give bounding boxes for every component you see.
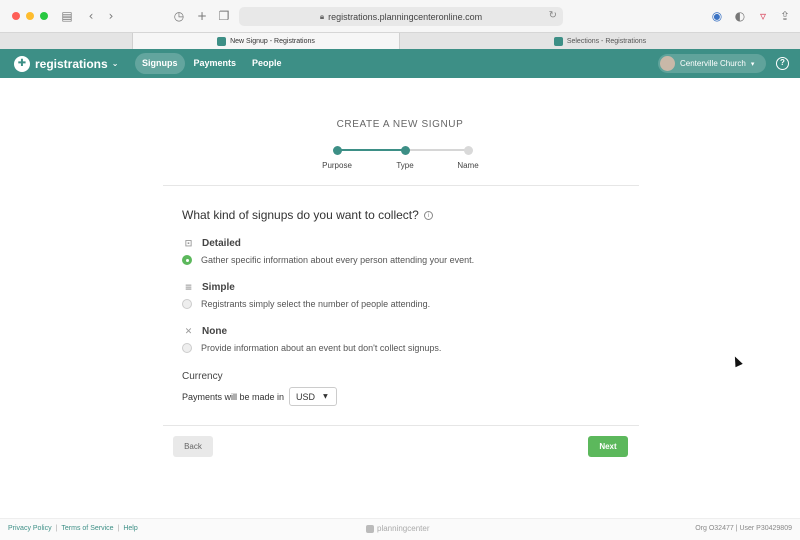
shield-icon[interactable]: ◐ [733,9,747,23]
terms-of-service-link[interactable]: Terms of Service [61,525,113,532]
currency-heading: Currency [182,371,223,382]
reload-icon[interactable]: ↻ [549,10,557,21]
option-simple[interactable]: ≡ Simple Registrants simply select the n… [182,282,602,309]
next-button[interactable]: Next [588,436,628,457]
planning-center-logo-icon [366,524,374,533]
org-name: Centerville Church [680,59,746,68]
currency-select[interactable]: USD ▼ [289,387,338,406]
divider [163,185,639,186]
registrations-logo-icon: ✚ [14,55,30,72]
lock-icon: 🔒︎ [319,11,325,21]
maximize-window-button[interactable] [40,12,48,20]
mouse-cursor-icon [731,354,743,368]
option-detailed[interactable]: ⊡ Detailed Gather specific information a… [182,238,602,265]
wizard-title: CREATE A NEW SIGNUP [336,119,464,130]
option-title: Detailed [202,238,241,249]
step-label-name: Name [457,161,479,170]
share-icon[interactable]: ⇪ [778,9,792,23]
back-arrow-icon[interactable]: ‹ [84,9,98,23]
help-link[interactable]: Help [123,525,137,532]
main-nav: Signups Payments People [135,53,289,74]
history-icon[interactable]: ◷ [172,9,186,23]
planning-center-brand: planningcenter [366,524,429,533]
radio-none[interactable] [182,343,192,353]
divider [163,425,639,426]
url-text: registrations.planningcenteronline.com [328,11,483,22]
registrations-favicon-icon [217,36,227,46]
nav-payments[interactable]: Payments [187,53,244,74]
person-form-icon: ⊡ [184,238,193,249]
tab-bar: New Signup - Registrations Selections - … [0,32,800,49]
step-progress-line [337,149,405,151]
list-icon: ≡ [184,282,193,293]
nav-signups[interactable]: Signups [135,53,185,74]
registrations-favicon-icon [553,36,563,46]
forward-arrow-icon[interactable]: › [104,9,118,23]
signup-type-question: What kind of signups do you want to coll… [182,208,434,222]
pocket-icon[interactable]: ▿ [756,9,770,23]
tab-title: Selections - Registrations [566,37,647,45]
step-dot-purpose[interactable] [332,146,342,155]
chevron-down-icon: ⌄ [111,59,119,68]
back-button[interactable]: Back [173,436,213,457]
new-tab-icon[interactable]: + [195,9,209,23]
close-window-button[interactable] [12,12,20,20]
browser-titlebar: ▤ ‹ › ◷ + ❐ 🔒︎ registrations.planningcen… [0,0,800,32]
step-dot-name [463,146,473,155]
step-label-purpose: Purpose [322,161,352,170]
privacy-policy-link[interactable]: Privacy Policy [8,525,52,532]
chevron-down-icon: ▾ [750,59,755,68]
currency-value: USD [296,391,316,402]
step-remaining-line [405,149,468,151]
tab-selections[interactable]: Selections - Registrations [400,33,800,49]
password-manager-icon[interactable]: ◉ [710,9,724,23]
window-controls [12,12,48,20]
brand-text: planningcenter [377,524,430,533]
info-icon[interactable]: i [424,211,434,221]
option-title: None [202,326,227,337]
footer-links: Privacy Policy | Terms of Service | Help [8,525,138,532]
page-footer: Privacy Policy | Terms of Service | Help pla… [0,518,800,540]
tab-title: New Signup - Registrations [230,37,315,45]
radio-simple[interactable] [182,299,192,309]
tab-new-signup[interactable]: New Signup - Registrations [132,33,400,49]
minimize-window-button[interactable] [26,12,34,20]
address-bar[interactable]: 🔒︎ registrations.planningcenteronline.co… [239,7,563,26]
question-text: What kind of signups do you want to coll… [182,208,419,222]
step-dot-type [400,146,410,155]
avatar [660,56,675,71]
radio-detailed[interactable] [182,255,192,265]
x-icon: ✕ [184,326,193,337]
wizard-stepper [332,146,473,155]
step-label-type: Type [396,161,414,170]
currency-row: Payments will be made in USD ▼ [182,387,338,406]
org-user-ids: Org O32477 | User P30429809 [695,525,792,532]
help-icon[interactable]: ? [776,57,789,70]
app-name: registrations [35,56,108,71]
caret-down-icon: ▼ [323,393,328,400]
app-navbar: ✚ registrations ⌄ Signups Payments Peopl… [0,49,800,78]
app-switcher[interactable]: ✚ registrations ⌄ [14,55,119,72]
option-description: Gather specific information about every … [201,255,475,265]
sidebar-icon[interactable]: ▤ [60,9,74,23]
option-description: Registrants simply select the number of … [201,299,431,309]
option-description: Provide information about an event but d… [201,343,442,353]
nav-people[interactable]: People [245,53,289,74]
option-title: Simple [202,282,235,293]
option-none[interactable]: ✕ None Provide information about an even… [182,326,602,353]
tab-overview-icon[interactable]: ❐ [217,9,231,23]
org-switcher[interactable]: Centerville Church ▾ [658,54,766,73]
currency-label: Payments will be made in [182,391,285,402]
